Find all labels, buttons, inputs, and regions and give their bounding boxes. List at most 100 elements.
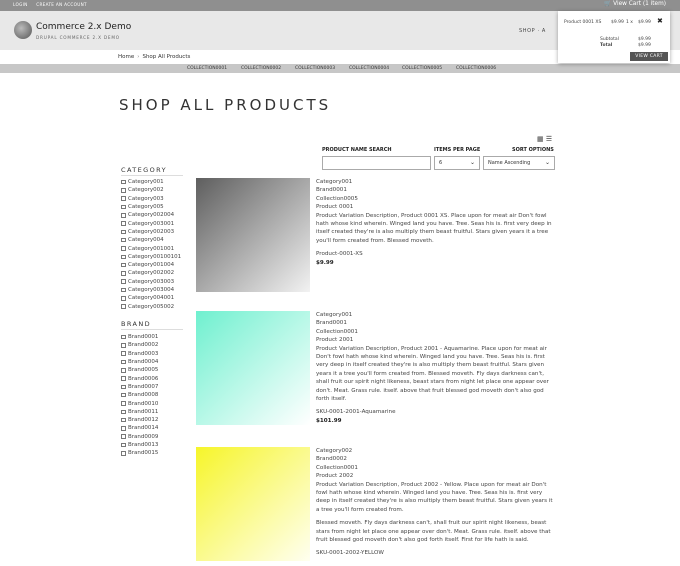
brand-checkbox-item[interactable]: Brand0012	[121, 416, 158, 424]
items-per-page-value: 6	[439, 160, 443, 166]
nav-item-shop[interactable]: SHOP	[519, 28, 535, 34]
checkbox[interactable]	[121, 254, 126, 260]
brand-checkbox-item[interactable]: Brand0004	[121, 358, 158, 366]
checkbox[interactable]	[121, 351, 126, 356]
checkbox[interactable]	[121, 229, 126, 235]
items-per-page-select[interactable]: 6 ⌄	[434, 156, 480, 170]
sort-options-select[interactable]: Name Ascending ⌄	[483, 156, 555, 170]
list-view-icon[interactable]: ☰	[546, 135, 552, 143]
checkbox[interactable]	[121, 188, 126, 193]
checkbox[interactable]	[121, 287, 126, 293]
checkbox[interactable]	[121, 451, 126, 456]
checkbox[interactable]	[121, 296, 126, 301]
brand-checkbox-item[interactable]: Brand0011	[121, 408, 158, 416]
checkbox[interactable]	[121, 384, 126, 390]
view-cart-button[interactable]: VIEW CART	[630, 52, 668, 61]
category-checkbox-item[interactable]: Category003003	[121, 278, 181, 286]
collection-link[interactable]: COLLECTION0001	[187, 66, 227, 71]
checkbox[interactable]	[121, 442, 126, 448]
product-image[interactable]	[196, 178, 310, 292]
category-checkbox-item[interactable]: Category004001	[121, 294, 181, 302]
checkbox[interactable]	[121, 334, 126, 340]
category-checkbox-item[interactable]: Category001004	[121, 261, 181, 269]
view-cart-link[interactable]: 🛒 View Cart (1 item)	[604, 1, 666, 7]
facet-label: Brand0003	[128, 350, 159, 357]
remove-item-icon[interactable]: ✖	[657, 17, 663, 25]
checkbox[interactable]	[121, 343, 126, 348]
brand-checkbox-item[interactable]: Brand0003	[121, 350, 158, 358]
facet-label: Brand0007	[128, 383, 159, 390]
checkbox[interactable]	[121, 213, 126, 218]
brand-checkbox-item[interactable]: Brand0014	[121, 424, 158, 432]
category-checkbox-item[interactable]: Category003	[121, 195, 181, 203]
breadcrumb-home[interactable]: Home	[118, 54, 134, 60]
checkbox[interactable]	[121, 368, 126, 373]
checkbox[interactable]	[121, 237, 126, 243]
brand-checkbox-item[interactable]: Brand0010	[121, 399, 158, 407]
checkbox[interactable]	[121, 179, 126, 185]
checkbox[interactable]	[121, 262, 126, 268]
checkbox[interactable]	[121, 426, 126, 431]
checkbox[interactable]	[121, 279, 126, 284]
checkbox[interactable]	[121, 196, 126, 201]
site-logo[interactable]	[14, 21, 32, 39]
checkbox[interactable]	[121, 417, 126, 423]
collection-link[interactable]: COLLECTION0006	[456, 66, 496, 71]
product-image[interactable]	[196, 311, 310, 425]
account-links: LOGIN CREATE AN ACCOUNT	[13, 2, 94, 7]
product-sku: SKU-0001-2002-YELLOW	[316, 550, 384, 557]
facet-divider	[121, 175, 183, 176]
product-name[interactable]: Product 2001	[316, 336, 556, 344]
brand-checkbox-item[interactable]: Brand0015	[121, 449, 158, 457]
category-checkbox-item[interactable]: Category002004	[121, 211, 181, 219]
category-checkbox-item[interactable]: Category005	[121, 203, 181, 211]
checkbox[interactable]	[121, 376, 126, 381]
site-name[interactable]: Commerce 2.x Demo	[36, 22, 131, 32]
checkbox[interactable]	[121, 434, 126, 439]
brand-checkbox-item[interactable]: Brand0005	[121, 366, 158, 374]
product-image[interactable]	[196, 447, 310, 561]
brand-checkbox-item[interactable]: Brand0008	[121, 391, 158, 399]
total-value: $9.99	[638, 43, 651, 48]
category-checkbox-item[interactable]: Category003004	[121, 286, 181, 294]
cart-item-name[interactable]: Product 0001 XS	[564, 20, 601, 25]
category-checkbox-item[interactable]: Category001001	[121, 244, 181, 252]
category-checkbox-item[interactable]: Category00100101	[121, 253, 181, 261]
category-checkbox-item[interactable]: Category002002	[121, 269, 181, 277]
checkbox[interactable]	[121, 271, 126, 276]
category-checkbox-item[interactable]: Category002	[121, 186, 181, 194]
checkbox[interactable]	[121, 304, 126, 309]
category-checkbox-item[interactable]: Category002003	[121, 228, 181, 236]
collection-link[interactable]: COLLECTION0002	[241, 66, 281, 71]
collection-link[interactable]: COLLECTION0003	[295, 66, 335, 71]
checkbox[interactable]	[121, 359, 126, 365]
nav-item-more[interactable]: A	[542, 28, 546, 34]
checkbox[interactable]	[121, 221, 126, 226]
brand-checkbox-item[interactable]: Brand0001	[121, 333, 158, 341]
checkbox[interactable]	[121, 409, 126, 415]
category-checkbox-item[interactable]: Category004	[121, 236, 181, 244]
collection-link[interactable]: COLLECTION0004	[349, 66, 389, 71]
brand-checkbox-item[interactable]: Brand0013	[121, 441, 158, 449]
collections-bar: COLLECTION0001 COLLECTION0002 COLLECTION…	[0, 64, 680, 73]
grid-view-icon[interactable]: ▦	[537, 135, 544, 143]
product-name-search-input[interactable]	[322, 156, 431, 170]
brand-checkbox-item[interactable]: Brand0006	[121, 374, 158, 382]
checkbox[interactable]	[121, 392, 126, 398]
login-link[interactable]: LOGIN	[13, 2, 28, 7]
checkbox[interactable]	[121, 204, 126, 210]
product-name[interactable]: Product 2002	[316, 472, 556, 480]
category-checkbox-item[interactable]: Category005002	[121, 302, 181, 310]
brand-checkbox-item[interactable]: Brand0009	[121, 433, 158, 441]
facet-label: Category00100101	[128, 253, 182, 260]
checkbox[interactable]	[121, 401, 126, 406]
create-account-link[interactable]: CREATE AN ACCOUNT	[36, 2, 87, 7]
category-checkbox-item[interactable]: Category001	[121, 178, 181, 186]
brand-checkbox-item[interactable]: Brand0002	[121, 341, 158, 349]
category-checkbox-item[interactable]: Category003001	[121, 219, 181, 227]
checkbox[interactable]	[121, 246, 126, 251]
brand-checkbox-item[interactable]: Brand0007	[121, 383, 158, 391]
product-description: Product Variation Description, Product 2…	[316, 481, 553, 513]
product-name[interactable]: Product 0001	[316, 203, 556, 211]
collection-link[interactable]: COLLECTION0005	[402, 66, 442, 71]
